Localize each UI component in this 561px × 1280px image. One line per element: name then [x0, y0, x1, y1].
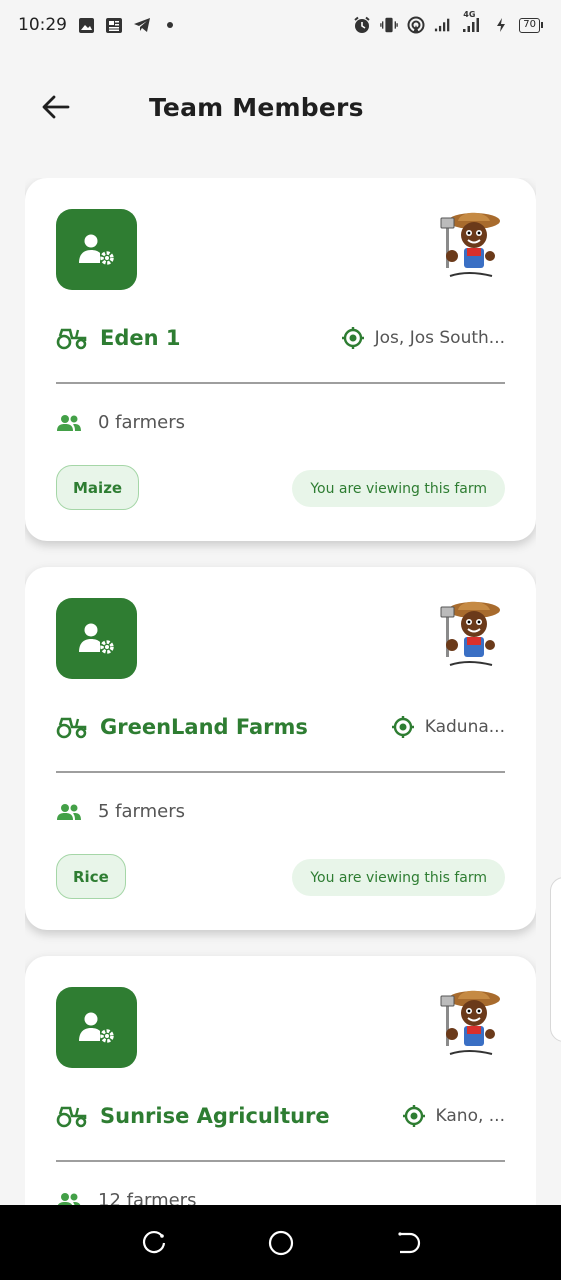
farm-card[interactable]: Sunrise Agriculture Kano, ... 12 farmers: [25, 956, 536, 1205]
back-button[interactable]: [32, 83, 80, 131]
viewing-status-badge: You are viewing this farm: [292, 859, 505, 896]
manage-user-icon-box: [56, 598, 137, 679]
system-nav-bar: [0, 1205, 561, 1280]
hotspot-icon: [407, 16, 425, 34]
location-text: Jos, Jos South...: [374, 328, 505, 348]
farmers-count-row: 12 farmers: [56, 1190, 196, 1205]
manage-user-icon-box: [56, 987, 137, 1068]
divider: [56, 771, 505, 773]
farm-card[interactable]: Eden 1 Jos, Jos South... 0 farmers Maize…: [25, 178, 536, 541]
farmer-mascot-image: [436, 986, 502, 1060]
divider: [56, 1160, 505, 1162]
manage-user-icon-box: [56, 209, 137, 290]
news-icon: [105, 16, 123, 34]
signal-icon: [434, 16, 452, 34]
location-target-icon: [340, 325, 366, 351]
telegram-icon: [133, 16, 151, 34]
image-icon: [77, 16, 95, 34]
user-settings-icon: [78, 623, 114, 654]
farm-name-row: Sunrise Agriculture Kano, ...: [56, 1098, 505, 1134]
farm-location: Kano, ...: [401, 1103, 505, 1129]
status-icons-left: [77, 16, 179, 34]
back-icon: [397, 1231, 420, 1253]
tractor-icon: [56, 1103, 90, 1129]
divider: [56, 382, 505, 384]
tractor-icon: [56, 714, 90, 740]
status-time: 10:29: [18, 15, 67, 35]
app-header: Team Members: [0, 78, 561, 136]
side-drawer-handle[interactable]: [550, 877, 561, 1042]
arrow-left-icon: [42, 95, 70, 119]
battery-level: 70: [519, 17, 540, 33]
vibrate-icon: [380, 16, 399, 34]
farm-location: Kaduna...: [390, 714, 505, 740]
farm-name-row: Eden 1 Jos, Jos South...: [56, 320, 505, 356]
farmers-count: 0 farmers: [98, 412, 186, 433]
alarm-icon: [353, 16, 371, 34]
farm-location: Jos, Jos South...: [340, 325, 505, 351]
farmer-mascot-image: [436, 597, 502, 671]
crop-chip[interactable]: Maize: [56, 465, 140, 510]
status-icons-right: 4G 70: [353, 10, 543, 34]
farmers-count-row: 5 farmers: [56, 801, 185, 822]
farmers-count: 5 farmers: [98, 801, 186, 822]
charging-icon: [492, 16, 510, 34]
location-text: Kano, ...: [435, 1106, 505, 1126]
farm-name: Sunrise Agriculture: [100, 1104, 330, 1128]
user-settings-icon: [78, 1012, 114, 1043]
farm-card[interactable]: GreenLand Farms Kaduna... 5 farmers Rice…: [25, 567, 536, 930]
status-bar: 10:29 4G 70: [0, 0, 561, 50]
farm-name: GreenLand Farms: [100, 715, 308, 739]
location-target-icon: [390, 714, 416, 740]
system-back-button[interactable]: [388, 1223, 428, 1263]
farmers-count-row: 0 farmers: [56, 412, 185, 433]
location-text: Kaduna...: [424, 717, 505, 737]
recent-apps-icon: [142, 1230, 165, 1253]
people-icon: [56, 1191, 84, 1205]
location-target-icon: [401, 1103, 427, 1129]
battery-tip: [541, 22, 543, 28]
farm-name-row: GreenLand Farms Kaduna...: [56, 709, 505, 745]
farm-list[interactable]: Eden 1 Jos, Jos South... 0 farmers Maize…: [25, 178, 536, 1205]
farmers-count: 12 farmers: [98, 1190, 197, 1205]
farmer-mascot-image: [436, 208, 502, 282]
dot-icon: [161, 16, 179, 34]
page-title: Team Members: [149, 92, 364, 122]
viewing-status-badge: You are viewing this farm: [292, 470, 505, 507]
recent-apps-button[interactable]: [134, 1223, 174, 1263]
home-button[interactable]: [261, 1223, 301, 1263]
people-icon: [56, 413, 84, 433]
battery-indicator: 70: [519, 17, 543, 33]
network-label: 4G: [463, 10, 476, 19]
tractor-icon: [56, 325, 90, 351]
farm-name: Eden 1: [100, 326, 181, 350]
people-icon: [56, 802, 84, 822]
crop-chip[interactable]: Rice: [56, 854, 126, 899]
signal-4g-icon: 4G: [461, 10, 483, 34]
home-icon: [268, 1230, 293, 1255]
user-settings-icon: [78, 234, 114, 265]
